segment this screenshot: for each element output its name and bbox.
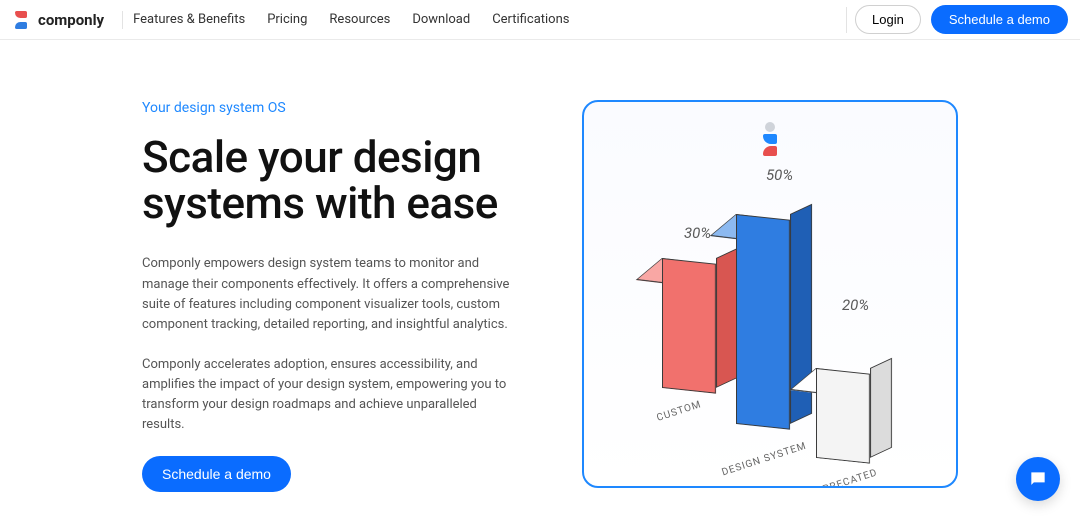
nav-divider — [846, 7, 847, 33]
nav-pricing[interactable]: Pricing — [267, 12, 307, 27]
brand[interactable]: componly — [12, 11, 123, 29]
schedule-demo-button[interactable]: Schedule a demo — [931, 5, 1068, 34]
nav-features[interactable]: Features & Benefits — [133, 12, 245, 27]
hero-chart-card: 30% 50% 20% CUSTOM DESIGN SYSTEM DEPRECA… — [582, 100, 958, 488]
login-button[interactable]: Login — [855, 5, 921, 34]
brand-mark-icon — [757, 122, 783, 156]
chart-bars: 30% 50% 20% CUSTOM DESIGN SYSTEM DEPRECA… — [584, 166, 956, 486]
chat-icon — [1028, 469, 1048, 489]
hero-cta-button[interactable]: Schedule a demo — [142, 456, 291, 492]
hero-paragraph-2: Componly accelerates adoption, ensures a… — [142, 355, 522, 436]
bar-value-3: 20% — [842, 296, 869, 314]
bar-label-3: DEPRECATED — [808, 467, 879, 488]
hero-title: Scale your design systems with ease — [142, 134, 542, 226]
bar-label-1: CUSTOM — [655, 399, 703, 424]
top-nav: componly Features & Benefits Pricing Res… — [0, 0, 1080, 40]
primary-nav: Features & Benefits Pricing Resources Do… — [133, 12, 569, 27]
bar-value-2: 50% — [766, 166, 793, 184]
bar-value-1: 30% — [684, 224, 711, 242]
brand-logo-icon — [12, 11, 32, 29]
brand-name: componly — [38, 11, 104, 29]
bar-label-2: DESIGN SYSTEM — [720, 441, 808, 479]
hero: Your design system OS Scale your design … — [0, 40, 1080, 492]
nav-download[interactable]: Download — [412, 12, 470, 27]
nav-certifications[interactable]: Certifications — [492, 12, 569, 27]
hero-paragraph-1: Componly empowers design system teams to… — [142, 254, 522, 335]
nav-resources[interactable]: Resources — [329, 12, 390, 27]
hero-copy: Your design system OS Scale your design … — [142, 100, 542, 492]
hero-eyebrow: Your design system OS — [142, 100, 542, 116]
chat-fab[interactable] — [1016, 457, 1060, 501]
